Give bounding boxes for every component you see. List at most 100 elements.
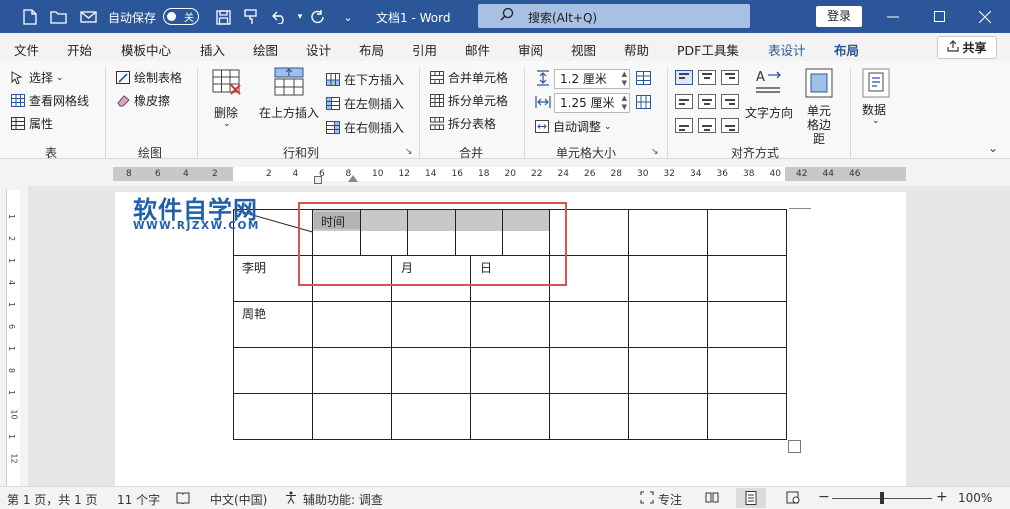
redo-icon[interactable]	[308, 7, 328, 27]
autofit-button[interactable]: 自动调整 ⌄	[535, 118, 612, 135]
cell-name-1[interactable]: 李明	[242, 259, 266, 276]
align-bottom-right-button[interactable]	[721, 118, 739, 133]
merge-cells-button[interactable]: 合并单元格	[430, 69, 508, 86]
tab-layout[interactable]: 布局	[359, 40, 384, 59]
ruler-number: 36	[716, 169, 728, 179]
autosave-toggle[interactable]: 关	[163, 8, 199, 25]
select-button[interactable]: 选择 ⌄	[11, 69, 64, 86]
search-placeholder: 搜索(Alt+Q)	[528, 11, 598, 25]
insert-right-button[interactable]: 在右侧插入	[326, 119, 404, 136]
mail-icon[interactable]	[78, 7, 98, 27]
spinner-arrows-icon[interactable]: ▲ ▼	[622, 94, 627, 112]
tab-review[interactable]: 审阅	[518, 40, 543, 59]
ruler-number: 8	[7, 367, 17, 374]
ruler-number: 4	[183, 169, 189, 179]
share-button[interactable]: 共享	[937, 36, 997, 59]
tab-mailings[interactable]: 邮件	[465, 40, 490, 59]
word-count[interactable]: 11 个字	[117, 491, 160, 508]
cell-margins-label[interactable]: 单元格边距	[802, 104, 836, 146]
proofing-icon[interactable]	[176, 491, 190, 507]
merge-cells-icon	[430, 71, 444, 84]
text-direction-icon[interactable]: A	[754, 68, 784, 99]
align-center-button[interactable]	[698, 94, 716, 109]
zoom-level[interactable]: 100%	[958, 491, 992, 505]
tab-insert[interactable]: 插入	[200, 40, 225, 59]
new-doc-icon[interactable]	[20, 7, 40, 27]
zoom-slider-thumb[interactable]	[880, 492, 884, 504]
print-layout-icon[interactable]	[736, 488, 766, 508]
open-folder-icon[interactable]	[48, 7, 68, 27]
ruler-number: 44	[822, 169, 834, 179]
accessibility-status[interactable]: 辅助功能: 调查	[303, 491, 383, 508]
align-top-center-button[interactable]	[698, 70, 716, 85]
undo-dropdown-icon[interactable]: ▾	[290, 7, 310, 27]
tab-draw[interactable]: 绘图	[253, 40, 278, 59]
tab-table-design[interactable]: 表设计	[768, 40, 806, 59]
insert-left-label: 在左侧插入	[344, 97, 405, 111]
tab-view[interactable]: 视图	[571, 40, 596, 59]
ruler-number: 6	[7, 323, 17, 330]
page-count[interactable]: 第 1 页，共 1 页	[7, 491, 98, 508]
align-bottom-left-button[interactable]	[675, 118, 693, 133]
document-title: 文档1 - Word	[376, 11, 451, 25]
properties-button[interactable]: 属性	[11, 115, 53, 132]
column-width-input[interactable]: 1.25 厘米 ▲ ▼	[554, 93, 630, 113]
distribute-columns-icon[interactable]	[636, 95, 652, 113]
row-height-input[interactable]: 1.2 厘米 ▲ ▼	[554, 69, 630, 89]
maximize-icon[interactable]	[916, 0, 962, 33]
insert-above-icon[interactable]	[274, 67, 304, 100]
dialog-launcher-icon[interactable]: ↘	[405, 147, 413, 157]
tab-design[interactable]: 设计	[306, 40, 331, 59]
collapse-ribbon-icon[interactable]: ⌄	[988, 141, 998, 155]
save-icon[interactable]	[213, 7, 233, 27]
format-painter-icon[interactable]	[241, 7, 261, 27]
zoom-in-button[interactable]: +	[936, 489, 948, 505]
tab-file[interactable]: 文件	[14, 40, 39, 59]
text-direction-label[interactable]: 文字方向	[745, 104, 793, 121]
align-center-right-button[interactable]	[721, 94, 739, 109]
cell-margins-icon[interactable]	[805, 68, 833, 101]
draw-table-button[interactable]: 绘制表格	[116, 69, 182, 86]
insert-below-button[interactable]: 在下方插入	[326, 71, 404, 88]
insert-above-label[interactable]: 在上方插入	[259, 104, 319, 121]
distribute-rows-icon[interactable]	[636, 71, 652, 89]
tab-template-center[interactable]: 模板中心	[121, 40, 171, 59]
title-bar: 自动保存 关 ▾ ⌄ 文档1 - Word 搜索(Alt+Q) 登录	[0, 0, 1010, 33]
undo-icon[interactable]	[270, 7, 290, 27]
align-top-right-button[interactable]	[721, 70, 739, 85]
login-button[interactable]: 登录	[816, 6, 862, 27]
eraser-button[interactable]: 橡皮擦	[116, 92, 170, 109]
tab-references[interactable]: 引用	[412, 40, 437, 59]
insert-left-button[interactable]: 在左侧插入	[326, 95, 404, 112]
chevron-down-icon: ⌄	[872, 116, 880, 126]
zoom-out-button[interactable]: −	[818, 489, 830, 505]
spinner-arrows-icon[interactable]: ▲ ▼	[622, 70, 627, 88]
tab-home[interactable]: 开始	[67, 40, 92, 59]
search-box[interactable]: 搜索(Alt+Q)	[478, 4, 750, 28]
focus-mode-button[interactable]: 专注	[658, 491, 682, 508]
table-resize-handle[interactable]	[788, 440, 801, 453]
read-mode-icon[interactable]	[705, 491, 719, 507]
customize-toolbar-icon[interactable]: ⌄	[338, 7, 358, 27]
dialog-launcher-icon[interactable]: ↘	[651, 147, 659, 157]
view-gridlines-button[interactable]: 查看网格线	[11, 92, 89, 109]
split-table-button[interactable]: 拆分表格	[430, 115, 496, 132]
align-bottom-center-button[interactable]	[698, 118, 716, 133]
web-layout-icon[interactable]	[786, 491, 800, 507]
split-cells-label: 拆分单元格	[448, 94, 509, 108]
tab-table-layout[interactable]: 布局	[834, 40, 860, 65]
language-indicator[interactable]: 中文(中国)	[210, 491, 267, 508]
autofit-icon	[535, 120, 549, 133]
delete-table-icon[interactable]	[212, 69, 242, 100]
cell-name-2[interactable]: 周艳	[242, 305, 266, 322]
tab-help[interactable]: 帮助	[624, 40, 649, 59]
data-icon[interactable]	[862, 68, 890, 101]
align-center-left-button[interactable]	[675, 94, 693, 109]
align-top-left-button[interactable]	[675, 70, 693, 85]
minimize-icon[interactable]	[870, 0, 916, 33]
insert-right-label: 在右侧插入	[344, 121, 405, 135]
tab-pdf-tools[interactable]: PDF工具集	[677, 40, 739, 59]
split-cells-button[interactable]: 拆分单元格	[430, 92, 508, 109]
table-edge-line	[789, 208, 811, 209]
close-icon[interactable]	[962, 0, 1008, 33]
